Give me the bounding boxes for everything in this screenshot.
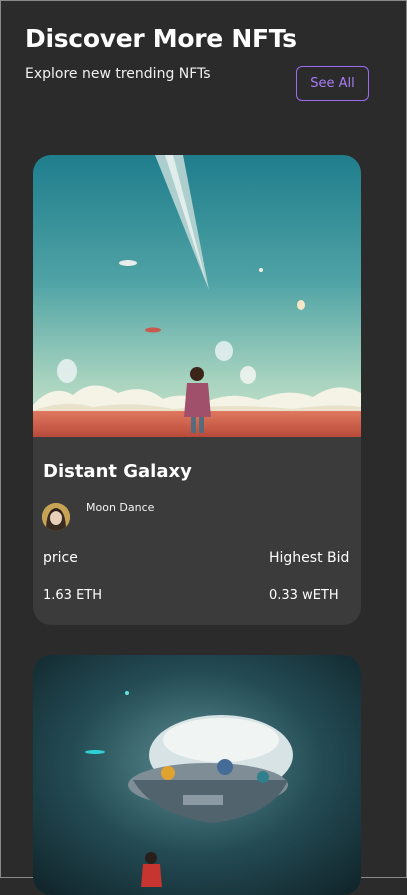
nft-card[interactable]: Distant Galaxy Moon Dance price Highest … — [33, 155, 361, 625]
see-all-button[interactable]: See All — [296, 66, 369, 101]
highest-bid-label: Highest Bid — [269, 550, 350, 566]
nft-artwork-image[interactable] — [33, 155, 361, 437]
page-subtitle: Explore new trending NFTs — [25, 66, 211, 82]
avatar-image — [42, 503, 70, 531]
page-title: Discover More NFTs — [25, 24, 297, 53]
artist-name[interactable]: Moon Dance — [86, 501, 154, 514]
artist-avatar[interactable] — [42, 503, 70, 531]
highest-bid-value: 0.33 wETH — [269, 588, 339, 603]
nft-title: Distant Galaxy — [43, 461, 192, 482]
nft-card[interactable] — [33, 655, 361, 895]
price-value: 1.63 ETH — [43, 588, 103, 603]
price-label: price — [43, 550, 78, 566]
nft-artwork-image[interactable] — [33, 655, 361, 895]
